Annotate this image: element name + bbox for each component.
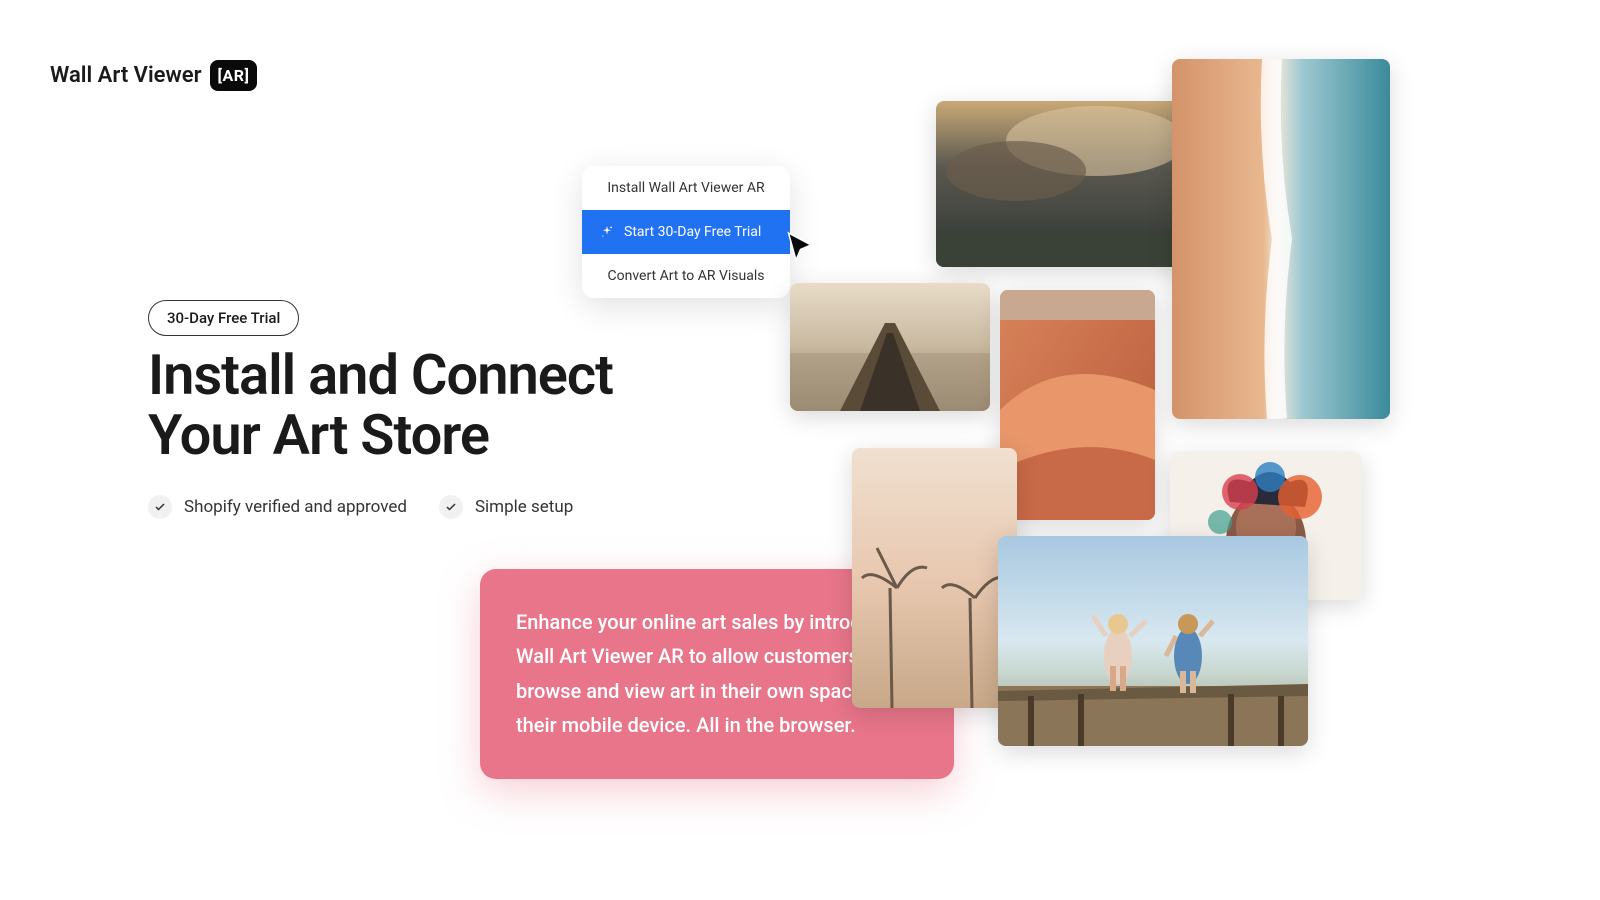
art-thumbnail [790,283,990,411]
art-thumbnail [852,448,1017,708]
page-title: Install and Connect Your Art Store [148,345,613,466]
logo: Wall Art Viewer [AR] [50,60,257,91]
feature-text: Shopify verified and approved [184,497,407,517]
art-thumbnail [1172,59,1390,419]
action-dropdown[interactable]: Install Wall Art Viewer AR Start 30-Day … [582,166,790,298]
logo-badge: [AR] [210,60,258,91]
art-thumbnail [998,536,1308,746]
headline-text: Install and Connect Your Art Store [148,342,613,468]
feature-text: Simple setup [475,497,573,517]
sparkle-icon [600,225,614,239]
dropdown-item-install[interactable]: Install Wall Art Viewer AR [582,166,790,210]
art-gallery [780,48,1400,768]
check-icon [148,495,172,519]
feature-item: Simple setup [439,495,573,519]
feature-list: Shopify verified and approved Simple set… [148,495,573,519]
dropdown-item-convert[interactable]: Convert Art to AR Visuals [582,254,790,298]
trial-badge: 30-Day Free Trial [148,300,299,336]
art-thumbnail [1000,290,1155,520]
art-thumbnail [936,101,1196,267]
feature-item: Shopify verified and approved [148,495,407,519]
dropdown-item-trial[interactable]: Start 30-Day Free Trial [582,210,790,254]
dropdown-item-label: Start 30-Day Free Trial [624,224,761,240]
logo-text: Wall Art Viewer [50,63,202,88]
check-icon [439,495,463,519]
